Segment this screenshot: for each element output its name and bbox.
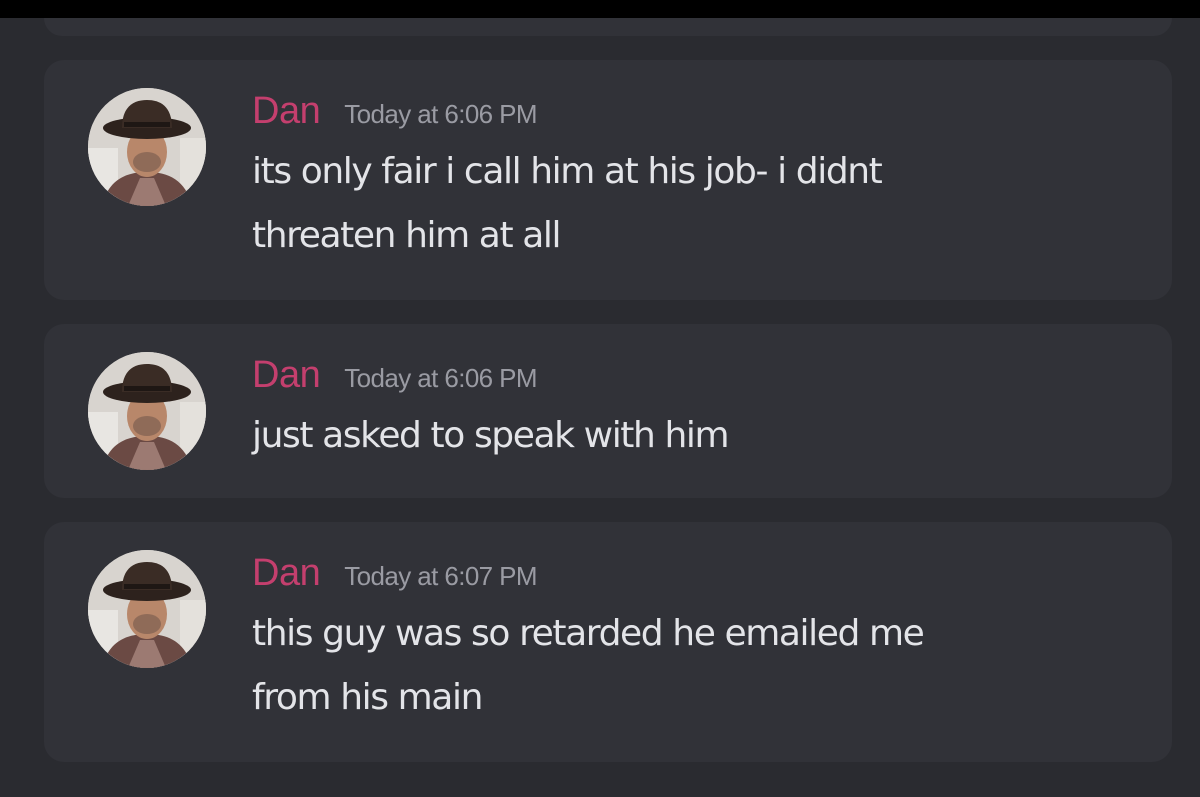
message-line: threaten him at all — [252, 215, 561, 256]
timestamp[interactable]: Today at 6:07 PM — [344, 561, 537, 592]
message-text: this guy was so retarded he emailed me f… — [252, 602, 1132, 730]
message-text: just asked to speak with him — [252, 404, 1132, 468]
message-card[interactable]: Dan Today at 6:07 PM this guy was so ret… — [44, 522, 1172, 762]
message-header: Dan Today at 6:06 PM — [252, 354, 1132, 404]
top-bar — [0, 0, 1200, 18]
previous-message-card — [44, 18, 1172, 36]
message-card[interactable]: Dan Today at 6:06 PM just asked to speak… — [44, 324, 1172, 498]
message-content: Dan Today at 6:06 PM just asked to speak… — [252, 354, 1132, 468]
avatar[interactable] — [88, 352, 206, 470]
message-line: from his main — [252, 677, 483, 718]
avatar[interactable] — [88, 88, 206, 206]
message-card[interactable]: Dan Today at 6:06 PM its only fair i cal… — [44, 60, 1172, 300]
message-line: this guy was so retarded he emailed me — [252, 613, 925, 654]
author-name[interactable]: Dan — [252, 552, 321, 595]
avatar-image — [88, 352, 206, 470]
message-text: its only fair i call him at his job- i d… — [252, 140, 1132, 268]
avatar-image — [88, 550, 206, 668]
author-name[interactable]: Dan — [252, 90, 321, 133]
message-header: Dan Today at 6:07 PM — [252, 552, 1132, 602]
timestamp[interactable]: Today at 6:06 PM — [344, 99, 537, 130]
author-name[interactable]: Dan — [252, 354, 321, 397]
message-line: just asked to speak with him — [252, 415, 730, 456]
avatar[interactable] — [88, 550, 206, 668]
timestamp[interactable]: Today at 6:06 PM — [344, 363, 537, 394]
avatar-image — [88, 88, 206, 206]
message-content: Dan Today at 6:06 PM its only fair i cal… — [252, 90, 1132, 268]
message-header: Dan Today at 6:06 PM — [252, 90, 1132, 140]
message-content: Dan Today at 6:07 PM this guy was so ret… — [252, 552, 1132, 730]
message-line: its only fair i call him at his job- i d… — [252, 151, 883, 192]
